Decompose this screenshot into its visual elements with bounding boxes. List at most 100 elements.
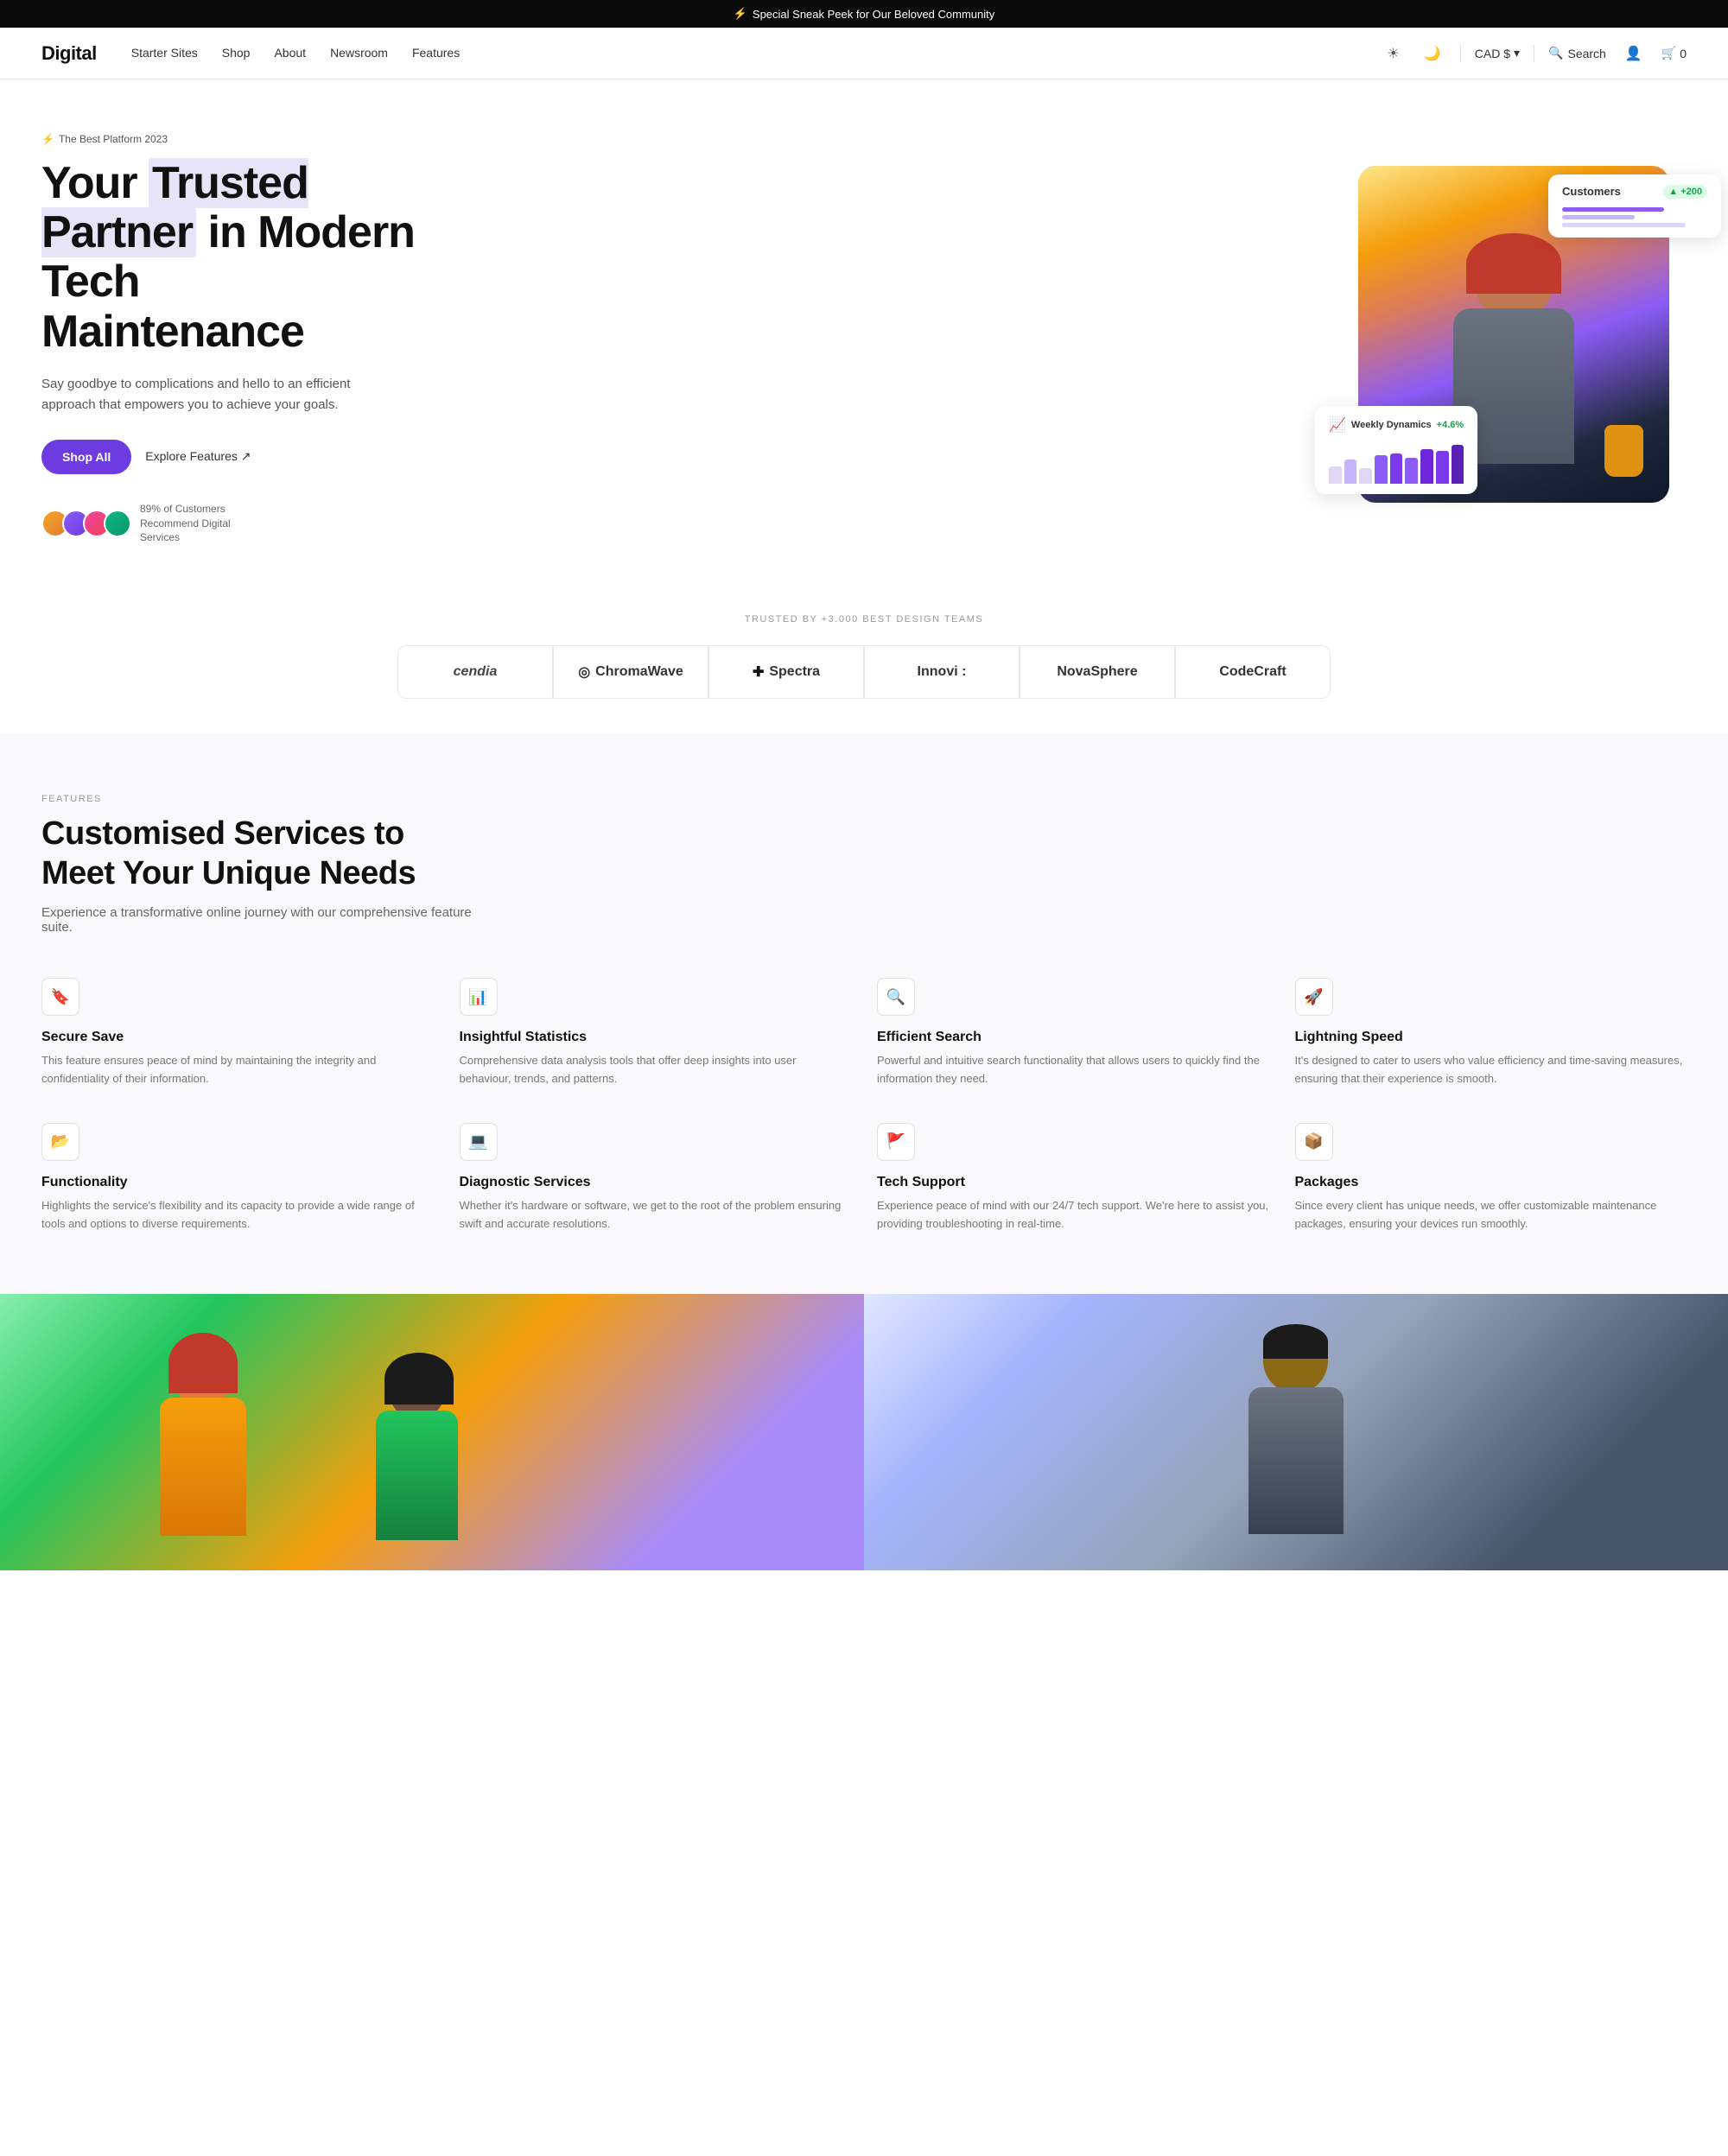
shop-all-button[interactable]: Shop All	[41, 440, 131, 474]
efficient-search-desc: Powerful and intuitive search functional…	[877, 1052, 1269, 1088]
bar-4	[1375, 455, 1388, 484]
nav-link-about[interactable]: About	[274, 46, 306, 60]
bar-1	[1329, 466, 1342, 484]
feature-lightning-speed: 🚀 Lightning Speed It's designed to cater…	[1295, 978, 1687, 1088]
innovi-label: Innovi :	[918, 664, 967, 680]
nav-link-newsroom[interactable]: Newsroom	[330, 46, 388, 60]
bar-6	[1405, 458, 1418, 484]
efficient-search-title: Efficient Search	[877, 1030, 1269, 1045]
moon-icon-button[interactable]: 🌙	[1419, 41, 1446, 66]
feature-secure-save: 🔖 Secure Save This feature ensures peace…	[41, 978, 434, 1088]
brand-chromawave: ◎ ChromaWave	[553, 645, 708, 699]
nav-link-starter-sites[interactable]: Starter Sites	[131, 46, 198, 60]
tech-support-icon: 🚩	[877, 1123, 915, 1161]
bar-5	[1390, 453, 1403, 484]
packages-title: Packages	[1295, 1175, 1687, 1190]
weekly-header: 📈 Weekly Dynamics +4.6%	[1329, 416, 1464, 434]
bar-2	[1344, 460, 1357, 484]
trend-icon: 📈	[1329, 416, 1346, 434]
progress-bar-3	[1562, 223, 1686, 227]
social-proof: 89% of Customers Recommend Digital Servi…	[41, 502, 456, 545]
badge-bolt-icon: ⚡	[41, 133, 54, 145]
features-section: FEATURES Customised Services to Meet You…	[0, 733, 1728, 1293]
bar-8	[1436, 451, 1449, 484]
features-grid: 🔖 Secure Save This feature ensures peace…	[41, 978, 1687, 1233]
progress-bar-1	[1562, 207, 1664, 212]
hero-title-line1: Your	[41, 158, 149, 208]
user-icon: 👤	[1625, 45, 1642, 62]
cendia-label: cendia	[454, 664, 498, 680]
progress-bar-2	[1562, 215, 1635, 219]
weekly-dynamics-card: 📈 Weekly Dynamics +4.6%	[1315, 406, 1477, 494]
badge-text: The Best Platform 2023	[59, 133, 168, 145]
bottom-image-right	[864, 1294, 1728, 1570]
customers-float-card: Customers ▲ +200	[1548, 174, 1721, 238]
diagnostic-title: Diagnostic Services	[460, 1175, 852, 1190]
lightning-speed-icon: 🚀	[1295, 978, 1333, 1016]
navbar: Digital Starter Sites Shop About Newsroo…	[0, 28, 1728, 79]
spectra-label: Spectra	[769, 664, 820, 680]
announcement-bar: ⚡ Special Sneak Peek for Our Beloved Com…	[0, 0, 1728, 28]
hero-description: Say goodbye to complications and hello t…	[41, 374, 404, 415]
chevron-down-icon: ▾	[1514, 46, 1520, 60]
packages-desc: Since every client has unique needs, we …	[1295, 1197, 1687, 1233]
feature-insightful-stats: 📊 Insightful Statistics Comprehensive da…	[460, 978, 852, 1088]
nav-links: Starter Sites Shop About Newsroom Featur…	[131, 46, 1382, 61]
nav-actions: ☀ 🌙 CAD $ ▾ 🔍 Search 👤 🛒 0	[1382, 41, 1687, 66]
novasphere-label: NovaSphere	[1057, 664, 1137, 680]
cart-count: 0	[1680, 47, 1687, 60]
customers-progress-bars	[1562, 207, 1707, 227]
bar-3	[1359, 468, 1372, 484]
bar-7	[1420, 449, 1433, 484]
efficient-search-icon: 🔍	[877, 978, 915, 1016]
customers-card-title: Customers	[1562, 185, 1621, 198]
chromawave-icon: ◎	[578, 663, 590, 681]
weekly-title: Weekly Dynamics	[1351, 420, 1432, 430]
nav-link-features[interactable]: Features	[412, 46, 460, 60]
feature-functionality: 📂 Functionality Highlights the service's…	[41, 1123, 434, 1233]
customers-card-badge: ▲ +200	[1663, 185, 1707, 199]
secure-save-icon: 🔖	[41, 978, 79, 1016]
bottom-images-section	[0, 1294, 1728, 1570]
hero-title: Your Trusted Partner in Modern Tech Main…	[41, 159, 456, 357]
avatar	[104, 510, 131, 537]
secure-save-title: Secure Save	[41, 1030, 434, 1045]
feature-tech-support: 🚩 Tech Support Experience peace of mind …	[877, 1123, 1269, 1233]
brand-logos: cendia ◎ ChromaWave ✚ Spectra Innovi : N…	[41, 645, 1687, 699]
tech-support-title: Tech Support	[877, 1175, 1269, 1190]
sun-icon-button[interactable]: ☀	[1382, 41, 1405, 66]
social-proof-text: 89% of Customers Recommend Digital Servi…	[140, 502, 261, 545]
brand-cendia: cendia	[397, 645, 553, 699]
lightning-speed-title: Lightning Speed	[1295, 1030, 1687, 1045]
packages-icon: 📦	[1295, 1123, 1333, 1161]
feature-efficient-search: 🔍 Efficient Search Powerful and intuitiv…	[877, 978, 1269, 1088]
cart-icon: 🛒	[1661, 46, 1676, 60]
nav-divider	[1460, 45, 1461, 62]
insightful-stats-desc: Comprehensive data analysis tools that o…	[460, 1052, 852, 1088]
hero-badge: ⚡ The Best Platform 2023	[41, 133, 168, 145]
nav-link-shop[interactable]: Shop	[222, 46, 251, 60]
bolt-icon: ⚡	[734, 7, 747, 21]
hero-content: ⚡ The Best Platform 2023 Your Trusted Pa…	[41, 131, 456, 545]
account-button[interactable]: 👤	[1620, 41, 1648, 66]
hero-image-area: Customers ▲ +200 📈 Weekly Dynamics	[456, 166, 1687, 511]
nav-logo[interactable]: Digital	[41, 42, 97, 65]
chromawave-label: ChromaWave	[595, 664, 683, 680]
search-button[interactable]: 🔍 Search	[1548, 46, 1606, 60]
spectra-icon: ✚	[753, 663, 764, 681]
up-arrow-icon: ▲	[1668, 187, 1680, 197]
brand-spectra: ✚ Spectra	[708, 645, 864, 699]
search-icon: 🔍	[1548, 46, 1563, 60]
currency-selector[interactable]: CAD $ ▾	[1475, 46, 1520, 60]
bar-9	[1452, 445, 1464, 484]
explore-features-button[interactable]: Explore Features ↗	[145, 449, 251, 464]
hero-section: ⚡ The Best Platform 2023 Your Trusted Pa…	[0, 79, 1728, 597]
brand-novasphere: NovaSphere	[1020, 645, 1175, 699]
hero-buttons: Shop All Explore Features ↗	[41, 440, 456, 474]
feature-packages: 📦 Packages Since every client has unique…	[1295, 1123, 1687, 1233]
lightning-speed-desc: It's designed to cater to users who valu…	[1295, 1052, 1687, 1088]
tech-support-desc: Experience peace of mind with our 24/7 t…	[877, 1197, 1269, 1233]
codecraft-label: CodeCraft	[1219, 664, 1286, 680]
cart-button[interactable]: 🛒 0	[1661, 46, 1687, 60]
diagnostic-icon: 💻	[460, 1123, 498, 1161]
